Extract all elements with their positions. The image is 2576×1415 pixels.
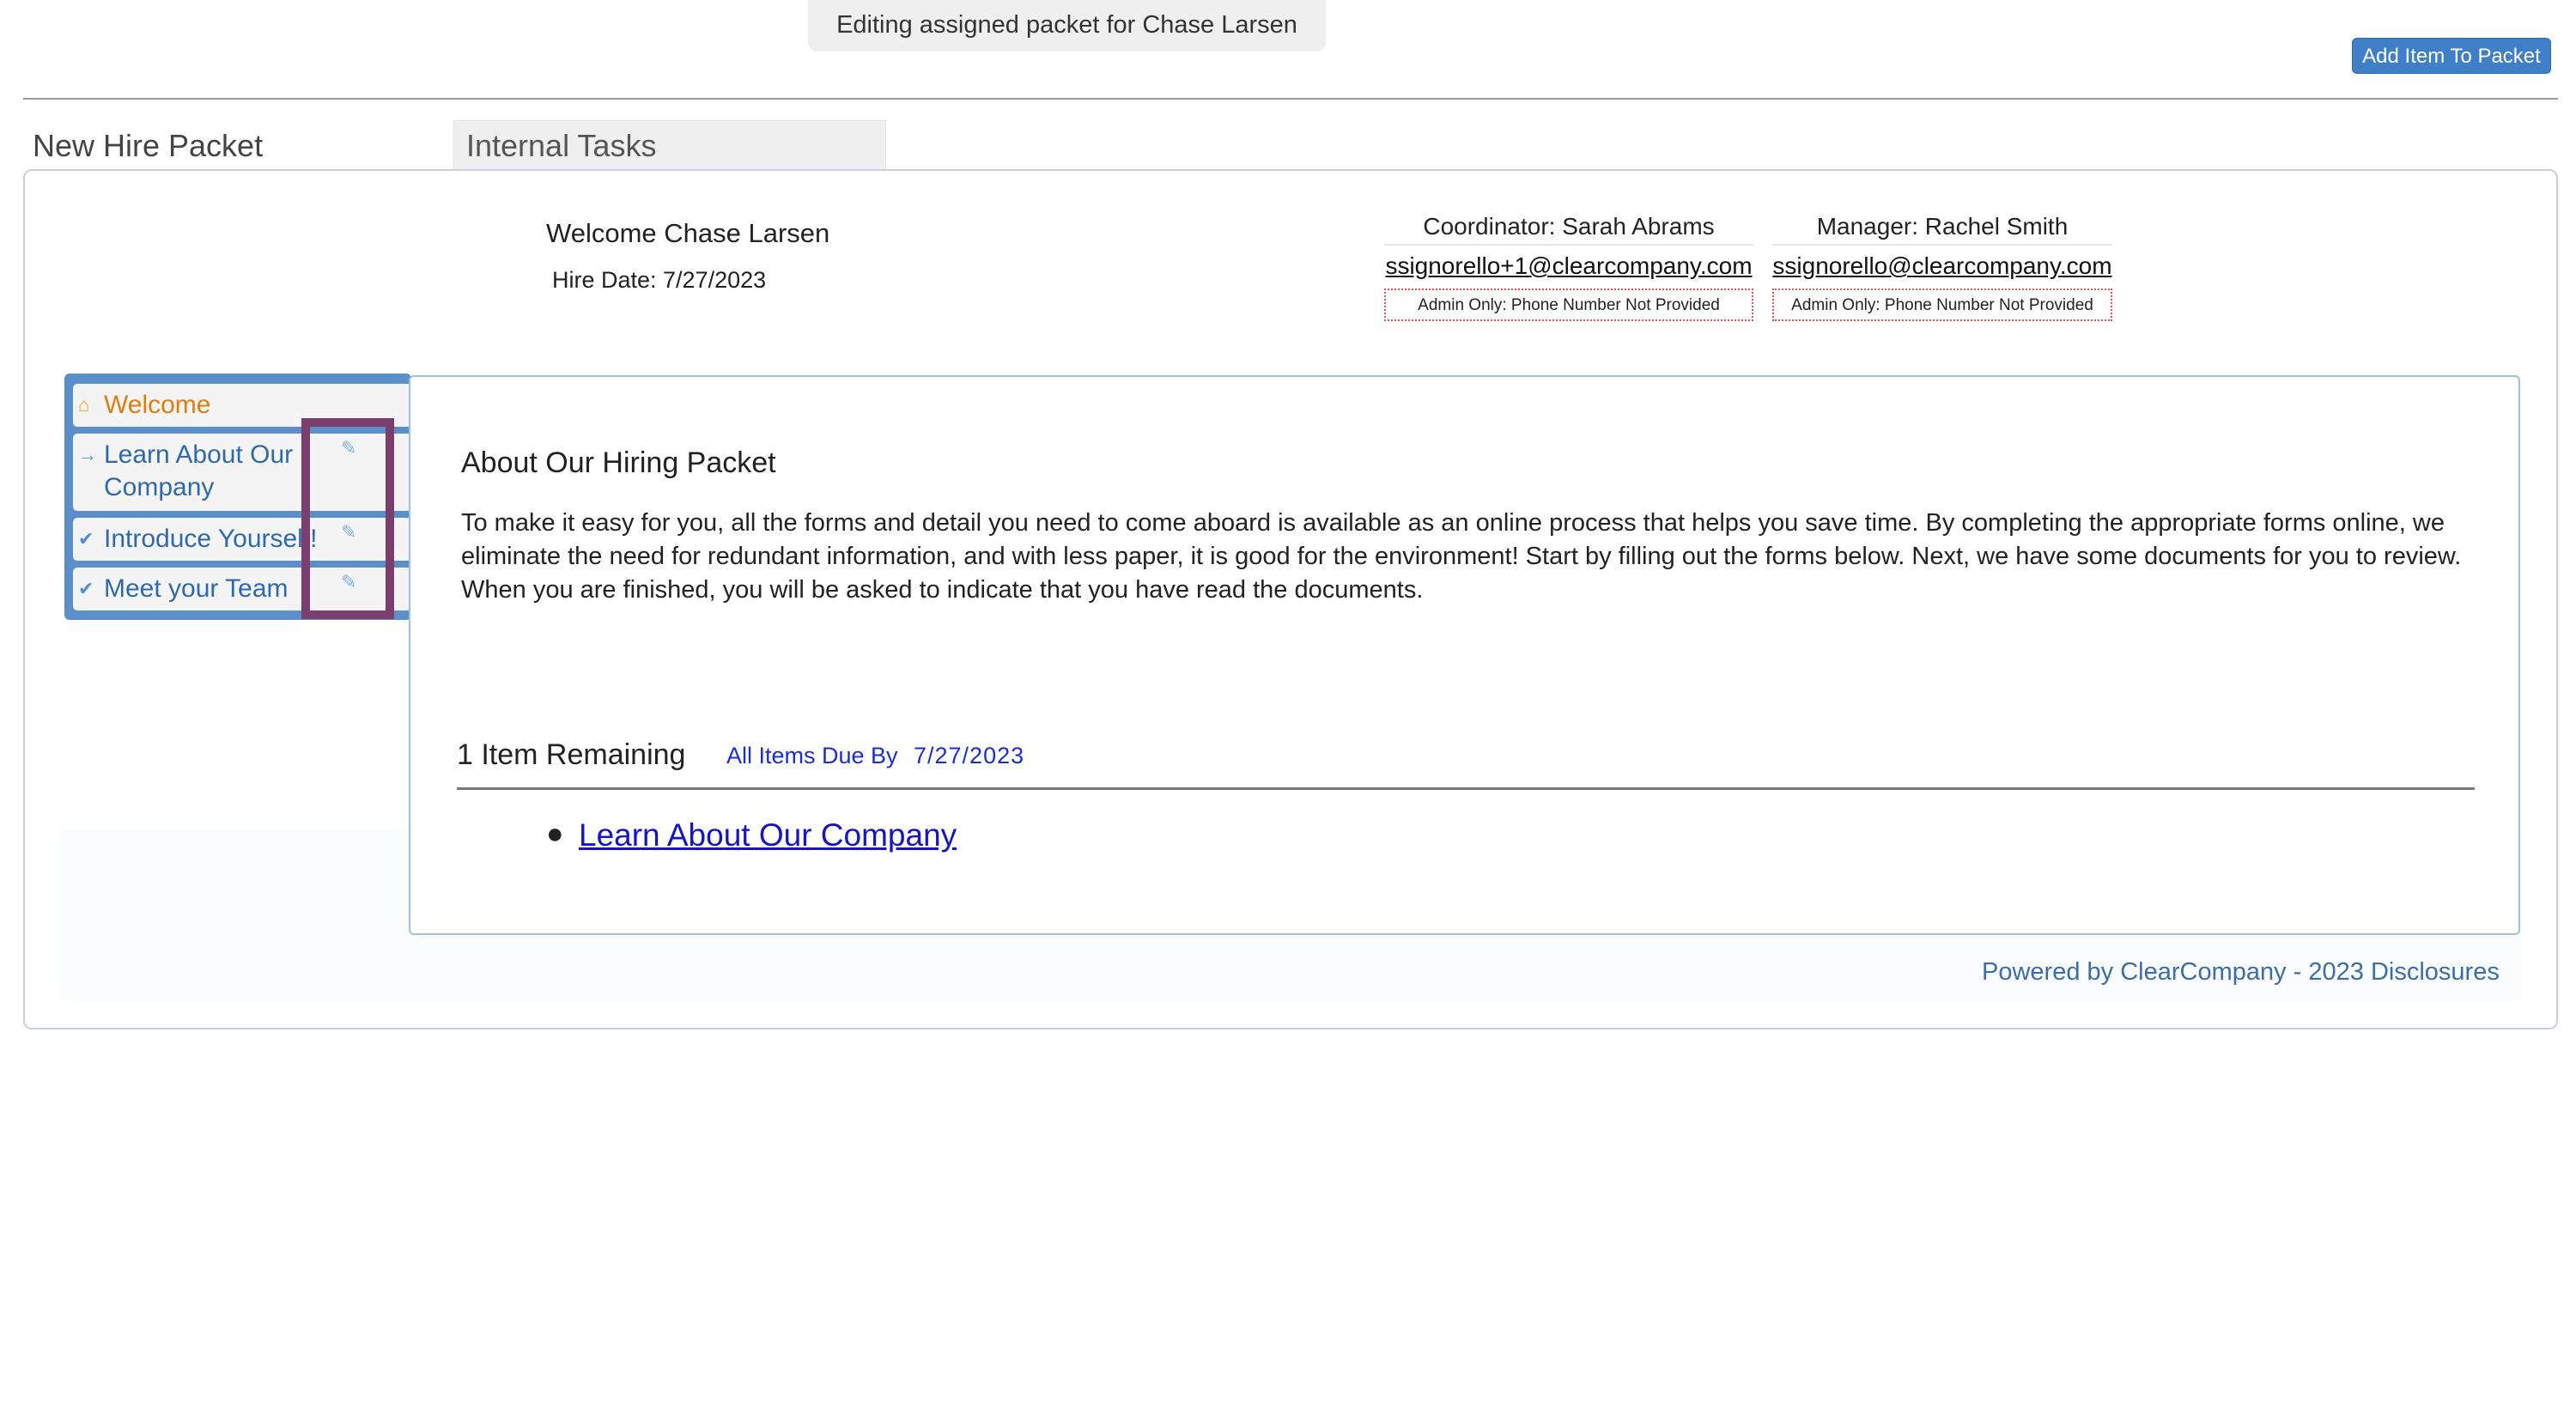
sidebar-item-meet-your-team[interactable]: ✔ Meet your Team ✎	[73, 568, 411, 610]
bullet-icon: ●	[546, 817, 564, 850]
check-icon: ✔	[78, 528, 94, 550]
section-body: To make it easy for you, all the forms a…	[461, 509, 2462, 604]
arrow-right-icon: →	[78, 444, 97, 465]
pencil-icon[interactable]: ✎	[341, 521, 356, 544]
editing-banner: Editing assigned packet for Chase Larsen	[808, 0, 1326, 52]
tab-internal-tasks[interactable]: Internal Tasks	[453, 120, 886, 170]
section-title: About Our Hiring Packet	[461, 446, 776, 479]
powered-by-link[interactable]: Powered by ClearCompany - 2023 Disclosur…	[1982, 958, 2500, 987]
remaining-count: 1 Item Remaining	[457, 738, 686, 771]
coordinator-name: Coordinator: Sarah Abrams	[1384, 210, 1753, 246]
divider	[23, 98, 2558, 100]
manager-phone-notice: Admin Only: Phone Number Not Provided	[1772, 288, 2112, 321]
sidebar-item-label: Meet your Team	[104, 574, 289, 603]
divider	[457, 787, 2475, 790]
due-label: All Items Due By	[726, 743, 898, 768]
home-icon: ⌂	[78, 394, 90, 416]
sidebar-item-learn-about-our-company[interactable]: → Learn About Our Company ✎	[73, 434, 411, 511]
coordinator-card: Coordinator: Sarah Abrams ssignorello+1@…	[1384, 210, 1753, 321]
manager-email-link[interactable]: ssignorello@clearcompany.com	[1772, 251, 2112, 282]
manager-card: Manager: Rachel Smith ssignorello@clearc…	[1772, 210, 2112, 321]
welcome-heading: Welcome Chase Larsen	[546, 218, 830, 248]
sidebar-item-label: Introduce Yourself!	[104, 525, 318, 553]
sidebar-item-introduce-yourself[interactable]: ✔ Introduce Yourself! ✎	[73, 518, 411, 561]
add-item-to-packet-button[interactable]: Add Item To Packet	[2352, 38, 2551, 74]
sidebar-item-welcome[interactable]: ⌂ Welcome	[73, 384, 411, 427]
pencil-icon[interactable]: ✎	[341, 571, 356, 593]
coordinator-email-link[interactable]: ssignorello+1@clearcompany.com	[1384, 251, 1753, 282]
manager-name: Manager: Rachel Smith	[1772, 210, 2112, 246]
sidebar-item-label: Learn About Our Company	[104, 440, 294, 501]
check-icon: ✔	[78, 578, 94, 599]
pencil-icon[interactable]: ✎	[341, 437, 356, 459]
coordinator-phone-notice: Admin Only: Phone Number Not Provided	[1384, 288, 1753, 321]
tab-new-hire-packet[interactable]: New Hire Packet	[33, 125, 263, 167]
hire-date: Hire Date: 7/27/2023	[552, 267, 767, 293]
remaining-item-link[interactable]: Learn About Our Company	[579, 817, 957, 853]
sidebar-item-label: Welcome	[104, 391, 211, 419]
due-date: 7/27/2023	[914, 743, 1025, 768]
